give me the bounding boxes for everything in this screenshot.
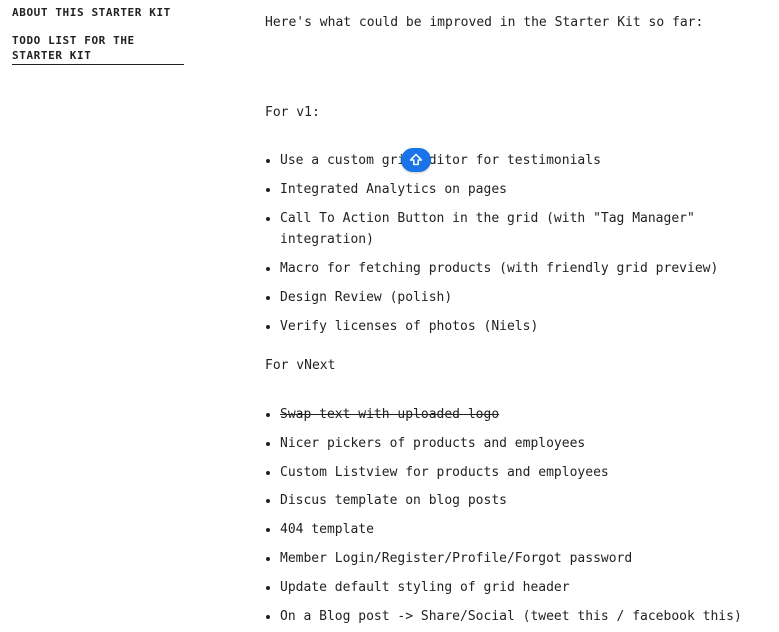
bullet-icon	[266, 614, 270, 619]
list-item: Integrated Analytics on pages	[265, 179, 750, 200]
todo-list-v1: Use a custom grid editor for testimonial…	[265, 150, 779, 345]
nav-link-about-starter-kit[interactable]: About this Starter Kit	[12, 5, 184, 20]
bullet-icon	[266, 470, 270, 475]
list-item: Swap text with uploaded logo	[265, 404, 750, 425]
list-item: Custom Listview for products and employe…	[265, 462, 750, 483]
list-item: Member Login/Register/Profile/Forgot pas…	[265, 548, 750, 569]
bullet-icon	[266, 413, 270, 417]
bullet-icon	[266, 217, 270, 221]
list-item: On a Blog post -> Share/Social (tweet th…	[265, 606, 750, 627]
shift-up-icon	[409, 153, 423, 166]
bullet-icon	[266, 188, 270, 192]
nav-link-todo-list[interactable]: Todo list for the Starter Kit	[12, 33, 184, 65]
list-item: Call To Action Button in the grid (with …	[265, 208, 750, 250]
section-heading-vnext: For vNext	[265, 358, 336, 373]
list-item: Discus template on blog posts	[265, 490, 750, 511]
list-item: Design Review (polish)	[265, 287, 750, 308]
bullet-icon	[266, 441, 270, 446]
list-item: Macro for fetching products (with friend…	[265, 258, 750, 279]
list-item: 404 template	[265, 519, 750, 540]
bullet-icon	[266, 528, 270, 533]
bullet-icon	[266, 499, 270, 504]
bullet-icon	[266, 585, 270, 590]
list-item: Verify licenses of photos (Niels)	[265, 316, 750, 337]
section-heading-v1: For v1:	[265, 105, 320, 120]
bullet-icon	[266, 325, 270, 329]
bullet-icon	[266, 296, 270, 300]
intro-text: Here's what could be improved in the Sta…	[265, 15, 704, 30]
list-item: Update default styling of grid header	[265, 577, 750, 598]
bullet-icon	[266, 556, 270, 561]
list-item: Nicer pickers of products and employees	[265, 433, 750, 454]
bullet-icon	[266, 159, 270, 163]
list-item: Use a custom grid editor for testimonial…	[265, 150, 750, 171]
todo-list-vnext: Swap text with uploaded logo Nicer picke…	[265, 404, 779, 632]
shift-up-button[interactable]	[401, 148, 431, 172]
bullet-icon	[266, 267, 270, 271]
sidebar-nav: About this Starter Kit Todo list for the…	[12, 5, 184, 65]
